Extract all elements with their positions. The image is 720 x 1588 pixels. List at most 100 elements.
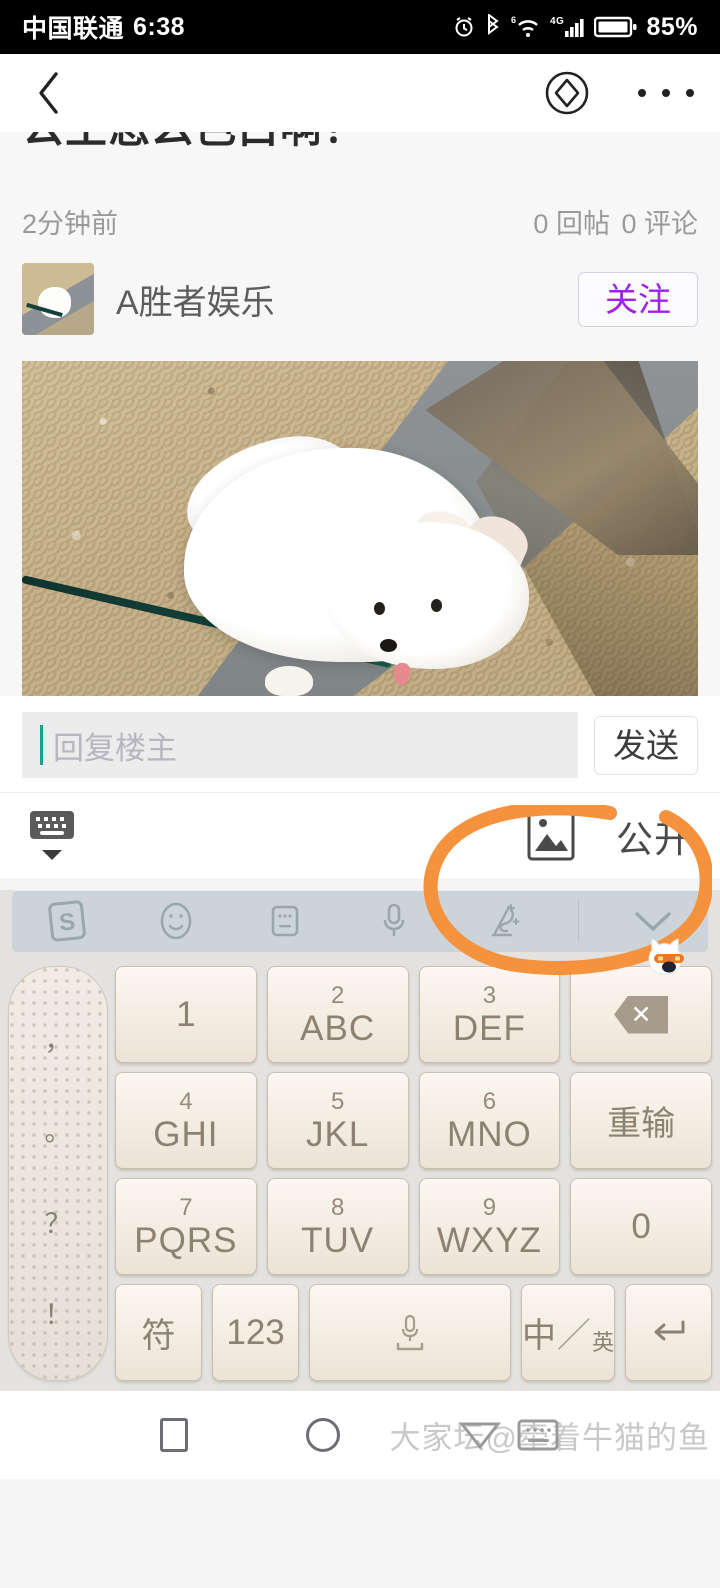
keyboard-layout-button[interactable] bbox=[250, 896, 320, 946]
more-dots-icon bbox=[686, 89, 694, 97]
space-microphone-icon bbox=[396, 1314, 424, 1350]
dog-paw-shape bbox=[265, 665, 313, 696]
lang-secondary: 英 bbox=[591, 1330, 614, 1355]
key-redo[interactable]: 重输 bbox=[570, 1072, 712, 1169]
back-button[interactable] bbox=[26, 70, 72, 116]
lang-primary: 中 bbox=[521, 1317, 556, 1355]
key-9-num: 9 bbox=[482, 1193, 497, 1221]
key-7-num: 7 bbox=[179, 1193, 193, 1221]
image-picker-button[interactable] bbox=[526, 804, 576, 867]
triangle-back-icon[interactable] bbox=[458, 1419, 502, 1451]
microphone-icon bbox=[384, 903, 405, 936]
gem-button[interactable] bbox=[542, 68, 592, 118]
keypad-row: 1 2 ABC 3 DEF ✕ bbox=[115, 966, 712, 1063]
reply-placeholder: 回复楼主 bbox=[53, 730, 177, 766]
backspace-icon: ✕ bbox=[614, 995, 669, 1034]
avatar[interactable] bbox=[22, 263, 94, 335]
wifi-icon: 6 bbox=[510, 14, 542, 40]
svg-text:4G: 4G bbox=[550, 16, 564, 27]
visibility-toggle[interactable]: 公开 bbox=[616, 809, 692, 863]
post-meta-row: 2分钟前 0 回帖 0 评论 bbox=[22, 194, 698, 255]
sogou-keyboard: S ， 。 ？ ！ 1 2 ABC 3 DEF ✕ 4 GHI 5 JKL 6 … bbox=[0, 890, 720, 1391]
punct-comma: ， bbox=[44, 1026, 72, 1057]
keyboard-hide-icon bbox=[30, 810, 74, 839]
key-3-def[interactable]: 3 DEF bbox=[418, 966, 561, 1063]
more-dots-icon bbox=[662, 89, 670, 97]
signal-4g-icon: 4G bbox=[550, 14, 586, 40]
alarm-icon bbox=[452, 15, 476, 39]
key-6-mno[interactable]: 6 MNO bbox=[418, 1072, 561, 1169]
post-image-container bbox=[0, 361, 720, 696]
phone-screen: 中国联通 6:38 6 4G 85% 2分钟前 0 回帖 0 评论 A胜者娱乐 … bbox=[0, 0, 720, 1588]
key-symbols-label: 符 bbox=[141, 1317, 176, 1355]
key-numbers[interactable]: 123 bbox=[212, 1284, 300, 1381]
key-3-alpha: DEF bbox=[452, 1008, 526, 1048]
post-time-label: 2分钟前 bbox=[22, 209, 119, 239]
dog-head-shape bbox=[326, 521, 529, 670]
key-8-num: 8 bbox=[330, 1193, 345, 1221]
keypad-row: 符 123 中 ／ 英 bbox=[115, 1284, 713, 1381]
key-4-alpha: GHI bbox=[153, 1114, 219, 1154]
key-0-label: 0 bbox=[631, 1206, 651, 1246]
enter-return-icon bbox=[654, 1320, 685, 1340]
reply-count-label: 0 回帖 bbox=[533, 209, 610, 239]
bluetooth-icon bbox=[484, 14, 502, 40]
key-2-num: 2 bbox=[330, 981, 345, 1009]
dog-eye-right-shape bbox=[430, 598, 442, 612]
follow-button[interactable]: 关注 bbox=[578, 271, 698, 327]
key-7-pqrs[interactable]: 7 PQRS bbox=[115, 1178, 257, 1275]
voice-input-button[interactable] bbox=[359, 896, 429, 946]
chevron-down-icon bbox=[42, 849, 62, 860]
chevron-left-icon bbox=[39, 72, 58, 114]
key-2-abc[interactable]: 2 ABC bbox=[266, 966, 409, 1063]
svg-text:S: S bbox=[57, 908, 76, 937]
key-lang-toggle[interactable]: 中 ／ 英 bbox=[520, 1284, 615, 1381]
collapse-chevron-icon bbox=[635, 912, 672, 931]
key-8-alpha: TUV bbox=[301, 1220, 375, 1260]
key-backspace[interactable]: ✕ bbox=[570, 966, 712, 1063]
recents-button[interactable] bbox=[160, 1418, 188, 1452]
keypad-row: 7 PQRS 8 TUV 9 WXYZ 0 bbox=[115, 1178, 712, 1275]
android-navigation-bar: 大家坛@牵着牛猫的鱼 bbox=[0, 1391, 720, 1479]
key-1[interactable]: 1 bbox=[115, 966, 257, 1063]
post-image[interactable] bbox=[22, 361, 698, 696]
key-1-label: 1 bbox=[176, 994, 196, 1034]
emoji-button[interactable] bbox=[141, 896, 211, 946]
sogou-logo-button[interactable]: S bbox=[32, 896, 102, 946]
reply-bar: 回复楼主 发送 bbox=[0, 696, 720, 792]
keyboard-toolbar: S bbox=[12, 890, 708, 952]
diamond-circle-icon bbox=[545, 71, 589, 115]
home-button[interactable] bbox=[306, 1418, 340, 1452]
key-8-tuv[interactable]: 8 TUV bbox=[266, 1178, 409, 1275]
post-counts: 0 回帖 0 评论 bbox=[529, 202, 698, 241]
key-4-ghi[interactable]: 4 GHI bbox=[115, 1072, 257, 1169]
key-enter[interactable] bbox=[624, 1284, 713, 1381]
handwriting-button[interactable] bbox=[469, 896, 539, 946]
punct-period: 。 bbox=[44, 1117, 72, 1148]
key-3-num: 3 bbox=[482, 981, 497, 1009]
key-7-alpha: PQRS bbox=[134, 1220, 238, 1260]
clock-label: 6:38 bbox=[133, 12, 186, 41]
keypad-row: 4 GHI 5 JKL 6 MNO 重输 bbox=[115, 1072, 712, 1169]
handwriting-icon bbox=[491, 904, 520, 937]
key-space[interactable] bbox=[309, 1284, 511, 1381]
fox-mascot-icon[interactable] bbox=[646, 934, 694, 978]
key-punctuation[interactable]: ， 。 ？ ！ bbox=[8, 966, 108, 1381]
lang-slash-icon: ／ bbox=[556, 1317, 591, 1355]
keyboard-layout-icon bbox=[271, 905, 299, 937]
keypad-rows: 1 2 ABC 3 DEF ✕ 4 GHI 5 JKL 6 MNO 重输 7 P… bbox=[115, 966, 713, 1381]
key-symbols[interactable]: 符 bbox=[115, 1284, 203, 1381]
send-button[interactable]: 发送 bbox=[594, 715, 698, 775]
key-6-alpha: MNO bbox=[447, 1114, 532, 1154]
key-5-jkl[interactable]: 5 JKL bbox=[266, 1072, 409, 1169]
svg-text:6: 6 bbox=[511, 15, 517, 25]
reply-input[interactable]: 回复楼主 bbox=[22, 712, 578, 778]
page-title: 公主怎么色白啊！ bbox=[22, 132, 366, 155]
key-6-num: 6 bbox=[482, 1087, 497, 1115]
text-caret bbox=[40, 725, 43, 765]
status-bar-right: 6 4G 85% bbox=[452, 13, 698, 42]
key-9-wxyz[interactable]: 9 WXYZ bbox=[418, 1178, 561, 1275]
keyboard-hide-button[interactable] bbox=[28, 809, 76, 863]
key-0[interactable]: 0 bbox=[570, 1178, 712, 1275]
more-menu-button[interactable] bbox=[638, 70, 694, 116]
